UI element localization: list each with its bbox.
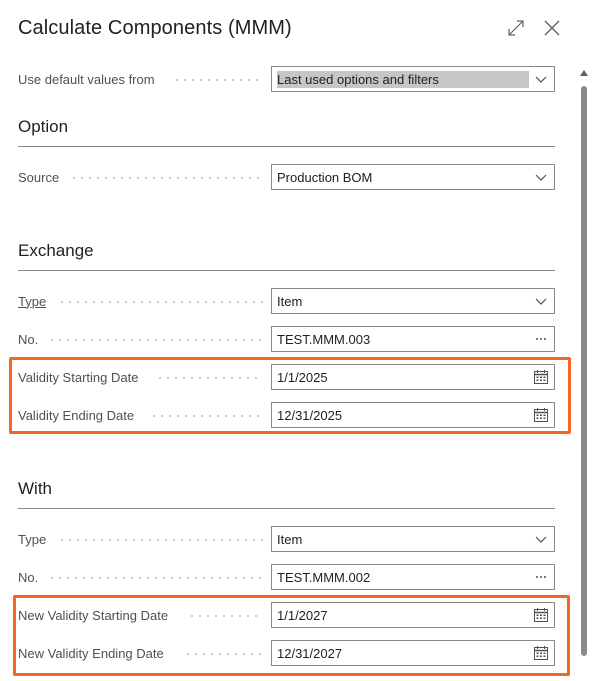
highlight-box-exchange-dates bbox=[9, 357, 571, 434]
leader-dots bbox=[48, 577, 263, 579]
scroll-thumb[interactable] bbox=[581, 86, 587, 656]
leader-dots bbox=[173, 79, 263, 81]
chevron-down-icon[interactable] bbox=[529, 527, 553, 551]
leader-dots bbox=[58, 301, 263, 303]
exchange-no-row: No. TEST.MMM.003 bbox=[18, 326, 555, 352]
leader-dots bbox=[70, 177, 263, 179]
source-label: Source bbox=[18, 169, 60, 185]
exchange-type-row: Type Item bbox=[18, 288, 555, 314]
exchange-no-label: No. bbox=[18, 331, 39, 347]
leader-dots bbox=[58, 539, 263, 541]
section-exchange: Exchange bbox=[18, 241, 555, 271]
exchange-type-value: Item bbox=[277, 293, 303, 309]
section-option: Option bbox=[18, 117, 555, 147]
leader-dots bbox=[48, 339, 263, 341]
with-type-row: Type Item bbox=[18, 526, 555, 552]
scroll-up-icon[interactable] bbox=[580, 70, 588, 76]
scrollbar[interactable] bbox=[580, 70, 588, 681]
chevron-down-icon[interactable] bbox=[529, 289, 553, 313]
highlight-box-with-dates bbox=[13, 595, 570, 676]
exchange-type-label[interactable]: Type bbox=[18, 294, 46, 309]
chevron-down-icon[interactable] bbox=[529, 165, 553, 189]
with-no-value: TEST.MMM.002 bbox=[277, 569, 371, 585]
expand-icon[interactable] bbox=[506, 18, 526, 38]
close-icon[interactable] bbox=[542, 18, 562, 38]
source-value: Production BOM bbox=[277, 169, 373, 185]
ellipsis-icon[interactable] bbox=[529, 565, 553, 589]
dialog-title: Calculate Components (MMM) bbox=[18, 17, 292, 39]
with-no-row: No. TEST.MMM.002 bbox=[18, 564, 555, 590]
with-type-select[interactable]: Item bbox=[271, 526, 555, 552]
with-no-field[interactable]: TEST.MMM.002 bbox=[271, 564, 555, 590]
with-type-label: Type bbox=[18, 531, 47, 547]
defaults-select[interactable]: Last used options and filters bbox=[271, 66, 555, 92]
ellipsis-icon[interactable] bbox=[529, 327, 553, 351]
exchange-no-field[interactable]: TEST.MMM.003 bbox=[271, 326, 555, 352]
source-select[interactable]: Production BOM bbox=[271, 164, 555, 190]
defaults-value: Last used options and filters bbox=[277, 70, 529, 88]
source-row: Source Production BOM bbox=[18, 164, 555, 190]
with-type-value: Item bbox=[277, 531, 303, 547]
with-no-label: No. bbox=[18, 569, 39, 585]
defaults-label: Use default values from bbox=[18, 71, 155, 87]
section-with: With bbox=[18, 479, 555, 509]
defaults-row: Use default values from Last used option… bbox=[18, 66, 555, 92]
exchange-type-select[interactable]: Item bbox=[271, 288, 555, 314]
exchange-no-value: TEST.MMM.003 bbox=[277, 331, 371, 347]
chevron-down-icon[interactable] bbox=[529, 67, 553, 91]
